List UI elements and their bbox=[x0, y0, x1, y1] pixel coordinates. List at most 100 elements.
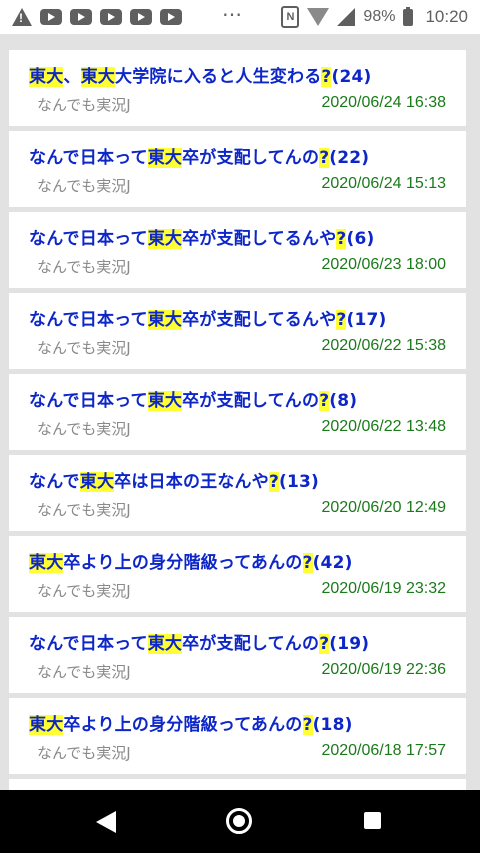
highlighted-text: ? bbox=[319, 148, 330, 168]
title-text: なんで日本って bbox=[29, 310, 148, 330]
back-icon[interactable] bbox=[96, 811, 116, 833]
title-text: 、 bbox=[63, 67, 81, 87]
signal-icon bbox=[337, 8, 356, 26]
nfc-icon: N bbox=[281, 6, 300, 28]
battery-percent: 98% bbox=[363, 8, 396, 25]
board-name: なんでも実況J bbox=[37, 420, 131, 438]
post-date: 2020/06/20 12:49 bbox=[321, 499, 446, 516]
more-dots-icon: ⋯ bbox=[222, 4, 243, 26]
highlighted-text: ? bbox=[268, 472, 280, 492]
thread-card[interactable]: 東大卒より上の身分階級ってあんの?(18) なんでも実況J 2020/06/18 1… bbox=[9, 698, 466, 774]
status-bar: ⋯ N 98% 10:20 bbox=[0, 0, 480, 34]
title-text: (19) bbox=[329, 634, 370, 654]
title-text: なんで日本って bbox=[29, 634, 148, 654]
title-text: 卒が支配してんの bbox=[182, 634, 320, 654]
board-name: なんでも実況J bbox=[37, 582, 131, 600]
post-date: 2020/06/24 15:13 bbox=[321, 175, 446, 192]
highlighted-text: 東大 bbox=[147, 391, 183, 411]
highlighted-text: 東大 bbox=[147, 148, 183, 168]
thread-title[interactable]: なんで日本って東大卒が支配してんの?(8) bbox=[29, 386, 357, 411]
warning-icon bbox=[12, 8, 32, 26]
title-text: (13) bbox=[279, 472, 320, 492]
youtube-icon bbox=[160, 9, 182, 25]
thread-card[interactable]: なんで日本って東大卒が支配してるんや?(6) なんでも実況J 2020/06/23 … bbox=[9, 212, 466, 288]
highlighted-text: 東大 bbox=[147, 310, 183, 330]
title-text: (24) bbox=[331, 67, 372, 87]
highlighted-text: ? bbox=[319, 391, 330, 411]
highlighted-text: ? bbox=[302, 553, 313, 573]
board-name: なんでも実況J bbox=[37, 258, 131, 276]
highlighted-text: ? bbox=[319, 634, 330, 654]
title-text: なんで日本って bbox=[29, 229, 148, 249]
post-date: 2020/06/22 15:38 bbox=[321, 337, 446, 354]
thread-title[interactable]: なんで日本って東大卒が支配してんの?(22) bbox=[29, 143, 369, 168]
title-text: なんで日本って bbox=[29, 148, 148, 168]
highlighted-text: 東大 bbox=[29, 553, 64, 573]
recent-apps-icon[interactable] bbox=[364, 812, 381, 829]
thread-card[interactable]: なんで東大卒は日本の王なんや?(13) なんでも実況J 2020/06/20 12:… bbox=[9, 455, 466, 531]
title-text: (42) bbox=[312, 553, 353, 573]
thread-card[interactable]: なんで日本って東大卒が支配してんの?(8) なんでも実況J 2020/06/22 1… bbox=[9, 374, 466, 450]
highlighted-text: 東大 bbox=[29, 715, 64, 735]
title-text: (8) bbox=[329, 391, 358, 411]
thread-title[interactable]: なんで日本って東大卒が支配してるんや?(17) bbox=[29, 305, 386, 330]
highlighted-text: 東大 bbox=[147, 229, 183, 249]
wifi-icon bbox=[307, 8, 330, 26]
thread-card[interactable]: 東大、東大大学院に入ると人生変わる?(24) なんでも実況J 2020/06/24 … bbox=[9, 50, 466, 126]
system-icons: N 98% 10:20 bbox=[281, 6, 468, 28]
board-name: なんでも実況J bbox=[37, 744, 131, 762]
highlighted-text: 東大 bbox=[79, 472, 115, 492]
title-text: 卒が支配してるんや bbox=[182, 229, 337, 249]
youtube-icon bbox=[40, 9, 62, 25]
clock: 10:20 bbox=[425, 7, 468, 26]
title-text: 卒が支配してるんや bbox=[182, 310, 337, 330]
thread-card[interactable] bbox=[9, 779, 466, 790]
post-date: 2020/06/22 13:48 bbox=[321, 418, 446, 435]
youtube-icon bbox=[100, 9, 122, 25]
title-text: (22) bbox=[329, 148, 370, 168]
highlighted-text: 東大 bbox=[29, 67, 64, 87]
home-icon[interactable] bbox=[226, 808, 252, 834]
board-name: なんでも実況J bbox=[37, 177, 131, 195]
title-text: 卒は日本の王なんや bbox=[114, 472, 269, 492]
title-text: 卒より上の身分階級ってあんの bbox=[63, 715, 303, 735]
board-name: なんでも実況J bbox=[37, 663, 131, 681]
thread-title[interactable]: なんで日本って東大卒が支配してるんや?(6) bbox=[29, 224, 374, 249]
thread-title[interactable]: 東大卒より上の身分階級ってあんの?(42) bbox=[29, 548, 353, 573]
title-text: なんで日本って bbox=[29, 391, 148, 411]
thread-card[interactable]: なんで日本って東大卒が支配してるんや?(17) なんでも実況J 2020/06/22… bbox=[9, 293, 466, 369]
title-text: (18) bbox=[312, 715, 353, 735]
title-text: 卒が支配してんの bbox=[182, 148, 320, 168]
notification-icons bbox=[12, 6, 182, 28]
title-text: (17) bbox=[346, 310, 387, 330]
thread-list[interactable]: 東大、東大大学院に入ると人生変わる?(24) なんでも実況J 2020/06/24 … bbox=[0, 34, 480, 790]
title-text: 卒が支配してんの bbox=[182, 391, 320, 411]
highlighted-text: 東大 bbox=[80, 67, 116, 87]
navigation-bar bbox=[0, 790, 480, 853]
highlighted-text: 東大 bbox=[147, 634, 183, 654]
post-date: 2020/06/19 22:36 bbox=[321, 661, 446, 678]
youtube-icon bbox=[130, 9, 152, 25]
board-name: なんでも実況J bbox=[37, 96, 131, 114]
post-date: 2020/06/19 23:32 bbox=[321, 580, 446, 597]
board-name: なんでも実況J bbox=[37, 339, 131, 357]
board-name: なんでも実況J bbox=[37, 501, 131, 519]
post-date: 2020/06/18 17:57 bbox=[321, 742, 446, 759]
highlighted-text: ? bbox=[302, 715, 313, 735]
thread-card[interactable]: なんで日本って東大卒が支配してんの?(22) なんでも実況J 2020/06/24 … bbox=[9, 131, 466, 207]
post-date: 2020/06/23 18:00 bbox=[321, 256, 446, 273]
thread-title[interactable]: なんで日本って東大卒が支配してんの?(19) bbox=[29, 629, 369, 654]
highlighted-text: ? bbox=[336, 310, 347, 330]
highlighted-text: ? bbox=[336, 229, 347, 249]
thread-card[interactable]: 東大卒より上の身分階級ってあんの?(42) なんでも実況J 2020/06/19 2… bbox=[9, 536, 466, 612]
thread-title[interactable]: 東大卒より上の身分階級ってあんの?(18) bbox=[29, 710, 353, 735]
thread-title[interactable]: なんで東大卒は日本の王なんや?(13) bbox=[29, 467, 319, 492]
title-text: 卒より上の身分階級ってあんの bbox=[63, 553, 303, 573]
thread-card[interactable]: なんで日本って東大卒が支配してんの?(19) なんでも実況J 2020/06/19 … bbox=[9, 617, 466, 693]
battery-icon bbox=[403, 6, 414, 26]
title-text: (6) bbox=[346, 229, 375, 249]
title-text: なんで bbox=[29, 472, 80, 492]
thread-title[interactable]: 東大、東大大学院に入ると人生変わる?(24) bbox=[29, 62, 371, 87]
title-text: 大学院に入ると人生変わる bbox=[115, 67, 322, 87]
youtube-icon bbox=[70, 9, 92, 25]
